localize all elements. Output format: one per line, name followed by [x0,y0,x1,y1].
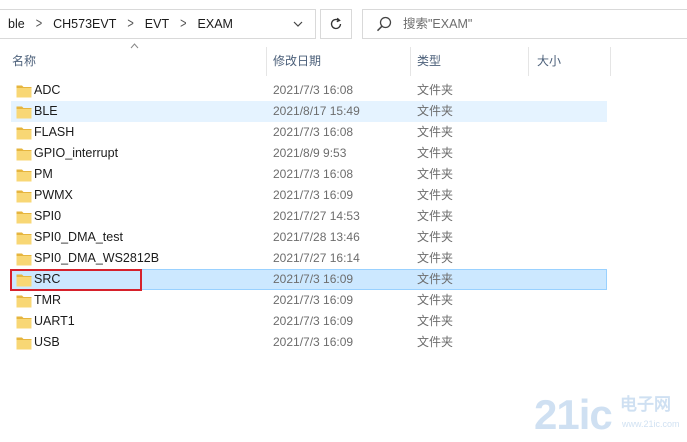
column-size[interactable]: 大小 [525,47,610,76]
file-date: 2021/7/3 16:09 [273,188,354,202]
file-name: SPI0_DMA_test [34,230,123,244]
table-row[interactable]: SPI0_DMA_WS2812B 2021/7/27 16:14 文件夹 [11,248,607,269]
file-date: 2021/7/28 13:46 [273,230,360,244]
file-date: 2021/7/3 16:09 [273,293,354,307]
file-name: PM [34,167,53,181]
breadcrumb-item[interactable]: EVT [143,17,171,31]
folder-icon [16,148,32,161]
file-type: 文件夹 [417,230,454,244]
watermark-brand: 21ic [534,391,613,438]
table-row[interactable]: FLASH 2021/7/3 16:08 文件夹 [11,122,607,143]
folder-icon [16,295,32,308]
file-name: BLE [34,104,58,118]
file-type: 文件夹 [417,314,454,328]
breadcrumb-item[interactable]: ble [6,17,27,31]
folder-icon [16,337,32,350]
watermark-url: www.21ic.com [622,419,680,429]
file-type: 文件夹 [417,125,454,139]
refresh-icon [330,17,342,30]
file-name: GPIO_interrupt [34,146,119,160]
folder-icon [16,106,32,119]
file-date: 2021/8/9 9:53 [273,146,347,160]
column-date[interactable]: 修改日期 [263,47,410,76]
column-divider[interactable] [610,47,611,76]
folder-icon [16,190,32,203]
breadcrumb-item[interactable]: CH573EVT [51,17,118,31]
highlight-box [10,269,142,291]
file-type: 文件夹 [417,104,454,118]
file-date: 2021/7/27 16:14 [273,251,360,265]
table-row[interactable]: PM 2021/7/3 16:08 文件夹 [11,164,607,185]
file-name: UART1 [34,314,75,328]
file-name: ADC [34,83,61,97]
table-row[interactable]: SPI0 2021/7/27 14:53 文件夹 [11,206,607,227]
file-name: PWMX [34,188,73,202]
file-type: 文件夹 [417,83,454,97]
file-date: 2021/8/17 15:49 [273,104,360,118]
folder-icon [16,232,32,245]
file-date: 2021/7/3 16:08 [273,125,354,139]
file-type: 文件夹 [417,251,454,265]
file-type: 文件夹 [417,209,454,223]
search-input[interactable] [403,17,663,31]
chevron-right-icon[interactable]: > [118,16,142,32]
file-name: USB [34,335,60,349]
file-type: 文件夹 [417,188,454,202]
file-type: 文件夹 [417,167,454,181]
chevron-right-icon[interactable]: > [27,16,51,32]
watermark-logo: 21ic 电子网 www.21ic.com [534,392,684,438]
breadcrumb-item[interactable]: EXAM [196,17,235,31]
chevron-down-icon[interactable] [282,10,314,38]
file-date: 2021/7/3 16:09 [273,272,354,286]
file-date: 2021/7/3 16:09 [273,335,354,349]
file-type: 文件夹 [417,272,454,286]
file-date: 2021/7/27 14:53 [273,209,360,223]
column-header: 名称 修改日期 类型 大小 [0,43,687,76]
column-name[interactable]: 名称 [0,47,266,76]
search-box[interactable] [362,9,687,39]
toolbar: ble > CH573EVT > EVT > EXAM [0,0,687,46]
table-row[interactable]: BLE 2021/8/17 15:49 文件夹 [11,101,607,122]
folder-icon [16,169,32,182]
breadcrumb: ble > CH573EVT > EVT > EXAM [6,16,235,32]
file-name: SPI0 [34,209,62,223]
watermark-cn: 电子网 [620,395,671,414]
file-date: 2021/7/3 16:09 [273,314,354,328]
folder-icon [16,85,32,98]
file-name: FLASH [34,125,75,139]
folder-icon [16,211,32,224]
search-icon [376,16,392,32]
table-row[interactable]: PWMX 2021/7/3 16:09 文件夹 [11,185,607,206]
folder-icon [16,253,32,266]
file-type: 文件夹 [417,146,454,160]
file-date: 2021/7/3 16:08 [273,83,354,97]
table-row[interactable]: TMR 2021/7/3 16:09 文件夹 [11,290,607,311]
file-name: SPI0_DMA_WS2812B [34,251,160,265]
file-name: TMR [34,293,62,307]
file-date: 2021/7/3 16:08 [273,167,354,181]
table-row[interactable]: UART1 2021/7/3 16:09 文件夹 [11,311,607,332]
column-type[interactable]: 类型 [406,47,528,76]
folder-icon [16,316,32,329]
chevron-right-icon[interactable]: > [171,16,195,32]
refresh-button[interactable] [320,9,352,39]
table-row[interactable]: ADC 2021/7/3 16:08 文件夹 [11,80,607,101]
address-bar[interactable]: ble > CH573EVT > EVT > EXAM [0,9,316,39]
table-row[interactable]: SPI0_DMA_test 2021/7/28 13:46 文件夹 [11,227,607,248]
table-row[interactable]: USB 2021/7/3 16:09 文件夹 [11,332,607,353]
folder-icon [16,127,32,140]
table-row[interactable]: GPIO_interrupt 2021/8/9 9:53 文件夹 [11,143,607,164]
file-type: 文件夹 [417,293,454,307]
file-type: 文件夹 [417,335,454,349]
